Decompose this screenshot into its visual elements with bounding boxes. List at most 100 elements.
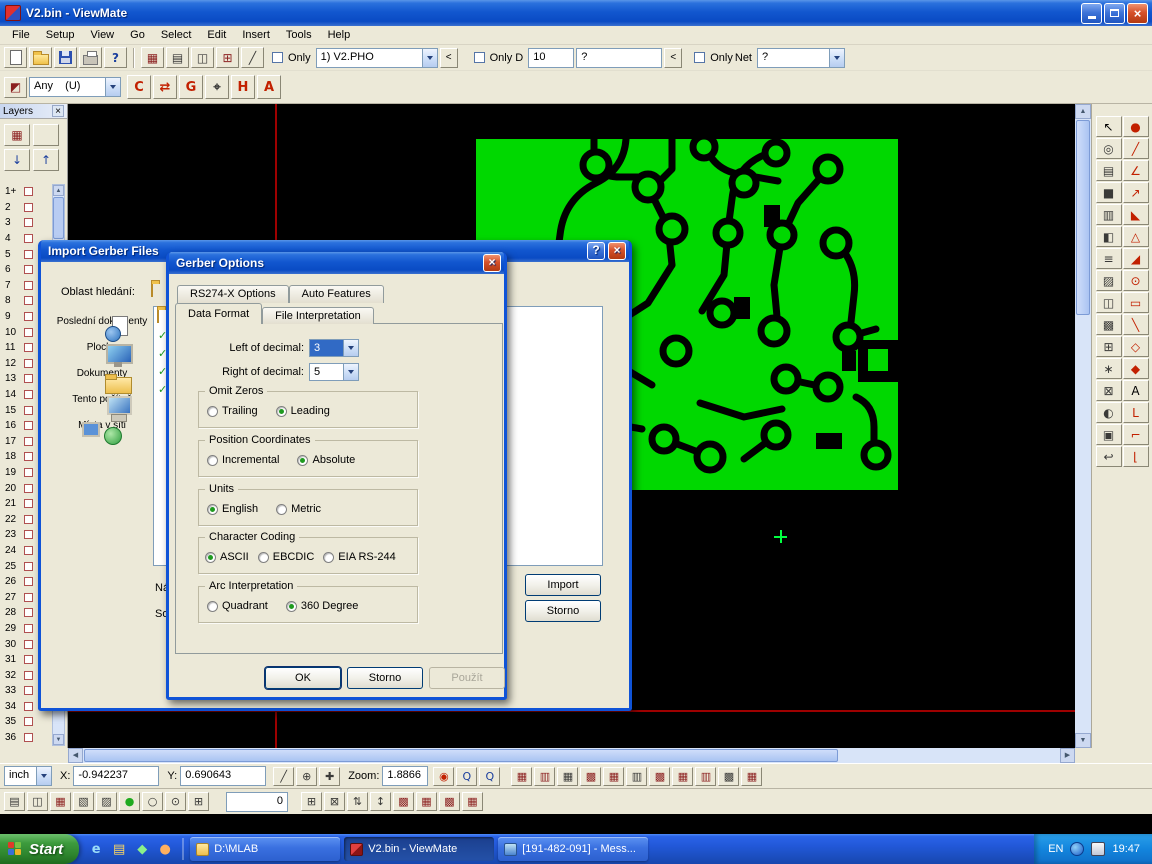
scrollbar-thumb[interactable] (53, 197, 64, 239)
layer-color-swatch[interactable] (24, 187, 33, 196)
tool-palette-icon[interactable]: ⊙ (1123, 270, 1149, 291)
display-mode-icon[interactable]: ▦ (672, 767, 693, 786)
layer-color-swatch[interactable] (24, 328, 33, 337)
print-button[interactable] (79, 47, 102, 68)
layer-color-swatch[interactable] (24, 421, 33, 430)
pattern-icon[interactable]: ▩ (439, 792, 460, 811)
vertical-scrollbar[interactable]: ▲ ▼ (1075, 104, 1091, 748)
query-tool-button[interactable]: H (231, 75, 255, 99)
measure-tool-icon[interactable]: ╱ (273, 767, 294, 786)
zoom-tool-icon[interactable]: ◉ (433, 767, 454, 786)
tool-palette-icon[interactable]: ▩ (1096, 314, 1122, 335)
quick-launch-icon[interactable]: ● (156, 840, 174, 858)
radio-option[interactable]: English (207, 503, 258, 515)
open-file-button[interactable] (29, 47, 52, 68)
place-network[interactable]: Místa v síti (53, 420, 151, 431)
layer-color-swatch[interactable] (24, 562, 33, 571)
save-button[interactable] (54, 47, 77, 68)
tool-palette-icon[interactable]: ◎ (1096, 138, 1122, 159)
only-dcode-checkbox[interactable] (474, 52, 485, 63)
horizontal-scrollbar[interactable]: ◀ ▶ (68, 748, 1075, 763)
dcode-value-field[interactable]: 10 (528, 48, 574, 68)
layer-color-swatch[interactable] (24, 686, 33, 695)
layer-row[interactable]: 35 (2, 714, 50, 730)
only-net-checkbox[interactable] (694, 52, 705, 63)
display-mode-icon[interactable]: ▦ (741, 767, 762, 786)
tool-palette-icon[interactable]: ↩ (1096, 446, 1122, 467)
tool-palette-icon[interactable]: ◇ (1123, 336, 1149, 357)
tool-palette-icon[interactable]: ⊞ (1096, 336, 1122, 357)
scrollbar-thumb[interactable] (1076, 120, 1090, 315)
layer-color-swatch[interactable] (24, 374, 33, 383)
layers-close-button[interactable]: × (52, 105, 64, 117)
display-mode-icon[interactable]: ▩ (580, 767, 601, 786)
layer-color-swatch[interactable] (24, 530, 33, 539)
layer-color-swatch[interactable] (24, 717, 33, 726)
cancel-button[interactable]: Storno (347, 667, 423, 689)
pattern-icon[interactable]: ↕ (370, 792, 391, 811)
tool-palette-icon[interactable]: ◆ (1123, 358, 1149, 379)
layer-color-swatch[interactable] (24, 218, 33, 227)
scroll-left-icon[interactable]: ◀ (68, 748, 83, 763)
x-coordinate-field[interactable]: -0.942237 (73, 766, 159, 786)
previous-layer-button[interactable]: < (440, 48, 458, 68)
layer-color-swatch[interactable] (24, 343, 33, 352)
tab[interactable]: RS274-X Options (177, 285, 289, 303)
left-of-decimal-select[interactable]: 3 (309, 339, 359, 357)
display-mode-icon[interactable]: ▦ (511, 767, 532, 786)
tool-palette-icon[interactable]: ⊠ (1096, 380, 1122, 401)
tool-palette-icon[interactable]: ∠ (1123, 160, 1149, 181)
menu-item[interactable]: Setup (38, 28, 83, 42)
layers-tool-button[interactable]: ↓ (4, 149, 30, 171)
y-coordinate-field[interactable]: 0.690643 (180, 766, 266, 786)
tool-palette-icon[interactable]: ◫ (1096, 292, 1122, 313)
pattern-icon[interactable]: ⇅ (347, 792, 368, 811)
look-in-folder-icon[interactable] (151, 284, 153, 296)
radio-option[interactable]: EBCDIC (258, 551, 315, 563)
layer-color-swatch[interactable] (24, 312, 33, 321)
tool-palette-icon[interactable]: A (1123, 380, 1149, 401)
net-select[interactable]: ? (757, 48, 845, 68)
radio-option[interactable]: Absolute (297, 454, 355, 466)
tool-palette-icon[interactable]: ≡ (1096, 248, 1122, 269)
layer-color-swatch[interactable] (24, 484, 33, 493)
layer-color-swatch[interactable] (24, 702, 33, 711)
layer-color-swatch[interactable] (24, 608, 33, 617)
layer-color-swatch[interactable] (24, 281, 33, 290)
layers-tool-button[interactable]: ↑ (33, 149, 59, 171)
measure-tool-icon[interactable]: ⊕ (296, 767, 317, 786)
layer-row[interactable]: 3 (2, 215, 50, 231)
measure-tool-icon[interactable]: ✚ (319, 767, 340, 786)
tool-palette-icon[interactable]: ▥ (1096, 204, 1122, 225)
display-mode-icon[interactable]: ▩ (718, 767, 739, 786)
zoom-value-field[interactable]: 1.8866 (382, 766, 428, 786)
query-tool-button[interactable]: ⇄ (153, 75, 177, 99)
layer-color-swatch[interactable] (24, 406, 33, 415)
tool-palette-icon[interactable]: ■ (1096, 182, 1122, 203)
tool-palette-icon[interactable]: ▣ (1096, 424, 1122, 445)
layer-color-swatch[interactable] (24, 359, 33, 368)
menu-item[interactable]: Select (153, 28, 200, 42)
radio-option[interactable]: 360 Degree (286, 600, 359, 612)
tray-icon[interactable] (1091, 842, 1105, 856)
menu-item[interactable]: Go (122, 28, 153, 42)
display-mode-icon[interactable]: ▥ (534, 767, 555, 786)
layer-color-swatch[interactable] (24, 265, 33, 274)
query-tool-button[interactable]: C (127, 75, 151, 99)
menu-item[interactable]: Tools (278, 28, 320, 42)
tool-palette-icon[interactable]: ▤ (1096, 160, 1122, 181)
scroll-down-icon[interactable]: ▼ (53, 734, 64, 745)
scroll-up-icon[interactable]: ▲ (53, 185, 64, 196)
previous-dcode-button[interactable]: < (664, 48, 682, 68)
radio-option[interactable]: ASCII (205, 551, 249, 563)
menu-item[interactable]: File (4, 28, 38, 42)
tool-palette-icon[interactable]: ⌊ (1123, 446, 1149, 467)
mode-icon[interactable]: ⊞ (188, 792, 209, 811)
tool-palette-icon[interactable]: △ (1123, 226, 1149, 247)
toolbar-tool-icon[interactable]: ◫ (191, 47, 214, 68)
mode-icon[interactable]: ▨ (96, 792, 117, 811)
menu-item[interactable]: Help (320, 28, 359, 42)
tool-palette-icon[interactable]: ↗ (1123, 182, 1149, 203)
only-layer-checkbox[interactable] (272, 52, 283, 63)
chevron-down-icon[interactable] (105, 78, 120, 96)
